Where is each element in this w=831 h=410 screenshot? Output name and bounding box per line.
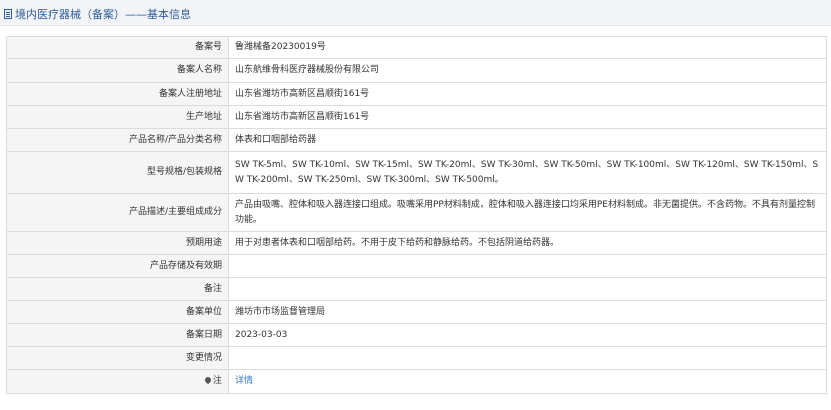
table-row: 备案日期 2023-03-03 (6, 323, 827, 347)
row-value: 鲁潍械备20230019号 (228, 36, 827, 59)
row-label: 备注 (6, 277, 229, 301)
header-title-text: 境内医疗器械（备案）——基本信息 (15, 8, 191, 21)
info-table: 备案号 鲁潍械备20230019号 备案人名称 山东航维骨科医疗器械股份有限公司… (6, 36, 827, 394)
row-value: 用于对患者体表和口咽部给药。不用于皮下给药和静脉给药。不包括阴道给药器。 (228, 231, 827, 255)
table-row: 产品存储及有效期 (6, 254, 827, 278)
row-label-note: 注 (6, 369, 229, 394)
map-pin-icon (203, 375, 213, 385)
table-row: 变更情况 (6, 346, 827, 370)
row-value (228, 254, 827, 278)
row-value: 体表和口咽部给药器 (228, 128, 827, 152)
row-label: 型号规格/包装规格 (6, 151, 229, 194)
row-label: 预期用途 (6, 231, 229, 255)
table-row: 产品描述/主要组成成分 产品由吸嘴、腔体和吸入器连接口组成。吸嘴采用PP材料制成… (6, 193, 827, 232)
row-label: 产品名称/产品分类名称 (6, 128, 229, 152)
row-value: 详情 (228, 369, 827, 394)
row-label-text: 注 (212, 376, 222, 386)
row-label: 备案人注册地址 (6, 82, 229, 106)
row-label: 变更情况 (6, 346, 229, 370)
row-label: 备案单位 (6, 300, 229, 324)
page-header: 境内医疗器械（备案）——基本信息 (0, 0, 831, 26)
row-value: 山东省潍坊市高新区昌顺街161号 (228, 105, 827, 129)
table-row: 备案单位 潍坊市市场监督管理局 (6, 300, 827, 324)
document-icon (4, 9, 12, 19)
row-label: 生产地址 (6, 105, 229, 129)
table-row: 产品名称/产品分类名称 体表和口咽部给药器 (6, 128, 827, 152)
table-row: 型号规格/包装规格 SW TK-5ml、SW TK-10ml、SW TK-15m… (6, 151, 827, 194)
table-row: 注 详情 (6, 369, 827, 394)
table-row: 备注 (6, 277, 827, 301)
row-value (228, 277, 827, 301)
row-label: 备案日期 (6, 323, 229, 347)
row-value: 2023-03-03 (228, 323, 827, 347)
table-row: 备案号 鲁潍械备20230019号 (6, 36, 827, 59)
table-row: 生产地址 山东省潍坊市高新区昌顺街161号 (6, 105, 827, 129)
details-link[interactable]: 详情 (235, 376, 253, 386)
table-row: 备案人名称 山东航维骨科医疗器械股份有限公司 (6, 58, 827, 83)
row-label: 产品存储及有效期 (6, 254, 229, 278)
row-label: 产品描述/主要组成成分 (6, 193, 229, 232)
row-value: SW TK-5ml、SW TK-10ml、SW TK-15ml、SW TK-20… (228, 151, 827, 194)
row-value: 山东航维骨科医疗器械股份有限公司 (228, 58, 827, 83)
table-row: 预期用途 用于对患者体表和口咽部给药。不用于皮下给药和静脉给药。不包括阴道给药器… (6, 231, 827, 255)
row-value: 产品由吸嘴、腔体和吸入器连接口组成。吸嘴采用PP材料制成，腔体和吸入器连接口均采… (228, 193, 827, 232)
row-label: 备案人名称 (6, 58, 229, 83)
row-value (228, 346, 827, 370)
row-label: 备案号 (6, 36, 229, 59)
row-value: 潍坊市市场监督管理局 (228, 300, 827, 324)
table-row: 备案人注册地址 山东省潍坊市高新区昌顺街161号 (6, 82, 827, 106)
row-value: 山东省潍坊市高新区昌顺街161号 (228, 82, 827, 106)
header-title: 境内医疗器械（备案）——基本信息 (4, 6, 191, 22)
